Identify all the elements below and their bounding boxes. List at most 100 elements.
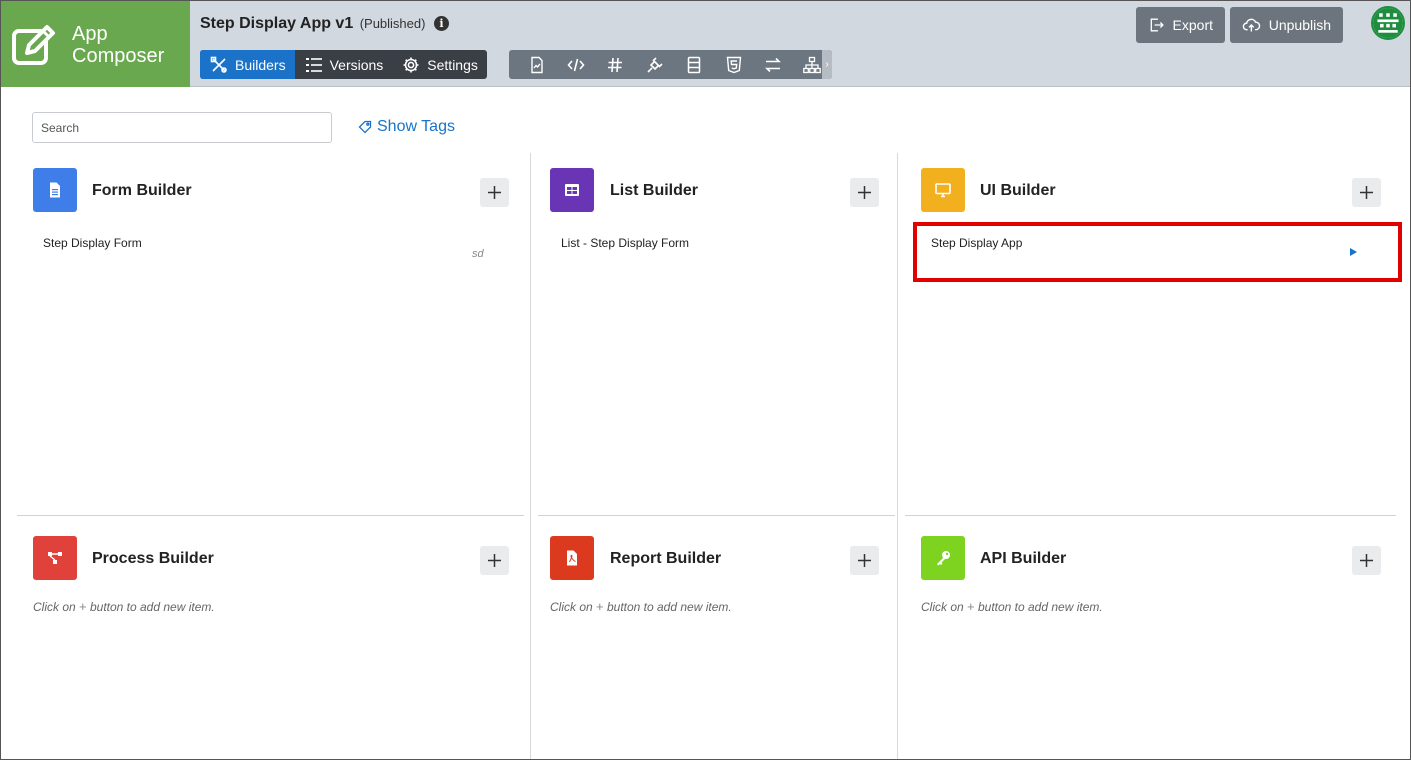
html5-icon [726, 56, 741, 73]
tab-builders[interactable]: Builders [200, 50, 295, 79]
publish-status: (Published) [359, 16, 426, 31]
document-icon [50, 182, 60, 198]
play-icon[interactable] [1350, 248, 1357, 256]
builder-nav: Builders Versions Settings [200, 50, 487, 79]
tools-icon [210, 56, 227, 73]
tag-icon [358, 120, 372, 134]
form-builder-title: Form Builder [92, 182, 192, 199]
selected-item-highlight [913, 222, 1402, 282]
report-builder-title: Report Builder [610, 550, 722, 567]
app-window: App Composer Step Display App v1 (Publis… [0, 0, 1411, 760]
tool-html5[interactable] [714, 50, 753, 79]
report-empty-message: Click on + button to add new item. [550, 599, 732, 614]
monitor-icon [935, 183, 951, 198]
api-builder-add-button[interactable] [1352, 546, 1381, 575]
show-tags-label: Show Tags [377, 118, 455, 135]
logo-line-composer: Composer [72, 45, 165, 67]
list-numbered-icon [305, 57, 322, 72]
process-builder-icon-box [33, 536, 77, 580]
tool-plugin[interactable] [635, 50, 674, 79]
plus-icon: + [967, 599, 975, 614]
process-builder-add-button[interactable] [480, 546, 509, 575]
ui-builder-icon-box [921, 168, 965, 212]
search-input[interactable] [32, 112, 332, 143]
tab-versions[interactable]: Versions [295, 50, 393, 79]
rows-icon [687, 56, 701, 73]
api-empty-message: Click on + button to add new item. [921, 599, 1103, 614]
hash-icon [608, 57, 623, 72]
app-name: Step Display App v1 [200, 15, 354, 32]
export-button[interactable]: Export [1136, 7, 1225, 43]
ui-builder-add-button[interactable] [1352, 178, 1381, 207]
list-builder-icon-box [550, 168, 594, 212]
empty-text-after: button to add new item. [89, 600, 215, 614]
process-empty-message: Click on + button to add new item. [33, 599, 215, 614]
tool-code[interactable] [556, 50, 595, 79]
workflow-icon [48, 552, 62, 564]
code-icon [567, 58, 585, 71]
export-icon [1150, 18, 1164, 32]
plus-icon [1360, 186, 1373, 199]
tab-versions-label: Versions [329, 56, 384, 73]
plus-icon: + [596, 599, 604, 614]
plus-icon [858, 186, 871, 199]
list-builder-title: List Builder [610, 182, 699, 199]
column-divider-2 [897, 153, 898, 759]
column-divider-1 [530, 153, 531, 759]
pdf-file-icon [567, 550, 577, 566]
list-builder-add-button[interactable] [850, 178, 879, 207]
ui-item-step-display-app[interactable]: Step Display App [931, 236, 1022, 250]
tab-settings[interactable]: Settings [392, 50, 487, 79]
empty-text-after: button to add new item. [977, 600, 1103, 614]
tab-builders-label: Builders [235, 56, 286, 73]
cloud-upload-icon [1242, 18, 1261, 32]
list-item-step-display-form[interactable]: List - Step Display Form [561, 236, 689, 250]
report-builder-icon-box [550, 536, 594, 580]
tool-hash[interactable] [596, 50, 635, 79]
plus-icon: + [79, 599, 87, 614]
tool-transfer[interactable] [753, 50, 792, 79]
info-icon[interactable]: i [433, 16, 449, 31]
plus-icon [488, 554, 501, 567]
arrows-exchange-icon [765, 57, 781, 72]
form-item-step-display-form[interactable]: Step Display Form [43, 236, 142, 250]
logo-line-app: App [72, 23, 108, 45]
ui-builder-title: UI Builder [980, 182, 1056, 199]
empty-text-before: Click on [921, 600, 964, 614]
key-icon [937, 551, 950, 566]
gear-icon [403, 57, 419, 72]
unpublish-button[interactable]: Unpublish [1230, 7, 1343, 43]
plus-icon [1360, 554, 1373, 567]
report-builder-add-button[interactable] [850, 546, 879, 575]
toolbar-more-chevron-icon[interactable]: › [822, 50, 832, 79]
show-tags-link[interactable]: Show Tags [358, 118, 455, 136]
unpublish-label: Unpublish [1268, 17, 1331, 33]
user-avatar[interactable] [1371, 6, 1405, 40]
empty-text-before: Click on [33, 600, 76, 614]
plugin-icon [647, 56, 663, 73]
builder-toolbar: › [509, 50, 832, 79]
app-title: Step Display App v1 (Published) i [200, 15, 449, 33]
tool-list[interactable] [675, 50, 714, 79]
avatar-logo-icon [1373, 8, 1403, 38]
tool-chart[interactable] [517, 50, 556, 79]
process-builder-title: Process Builder [92, 550, 214, 567]
top-header: App Composer Step Display App v1 (Publis… [1, 1, 1410, 87]
sitemap-icon [803, 56, 822, 73]
empty-text-before: Click on [550, 600, 593, 614]
row-divider-1 [17, 515, 524, 516]
tab-settings-label: Settings [427, 56, 478, 73]
app-composer-logo[interactable]: App Composer [1, 1, 190, 87]
api-builder-icon-box [921, 536, 965, 580]
logo-text: App Composer [72, 23, 164, 67]
form-item-tag: sd [472, 248, 484, 260]
plus-icon [858, 554, 871, 567]
row-divider-2 [538, 515, 895, 516]
api-builder-title: API Builder [980, 550, 1067, 567]
export-label: Export [1172, 17, 1213, 33]
table-icon [565, 184, 579, 196]
row-divider-3 [905, 515, 1396, 516]
plus-icon [488, 186, 501, 199]
empty-text-after: button to add new item. [606, 600, 732, 614]
form-builder-add-button[interactable] [480, 178, 509, 207]
